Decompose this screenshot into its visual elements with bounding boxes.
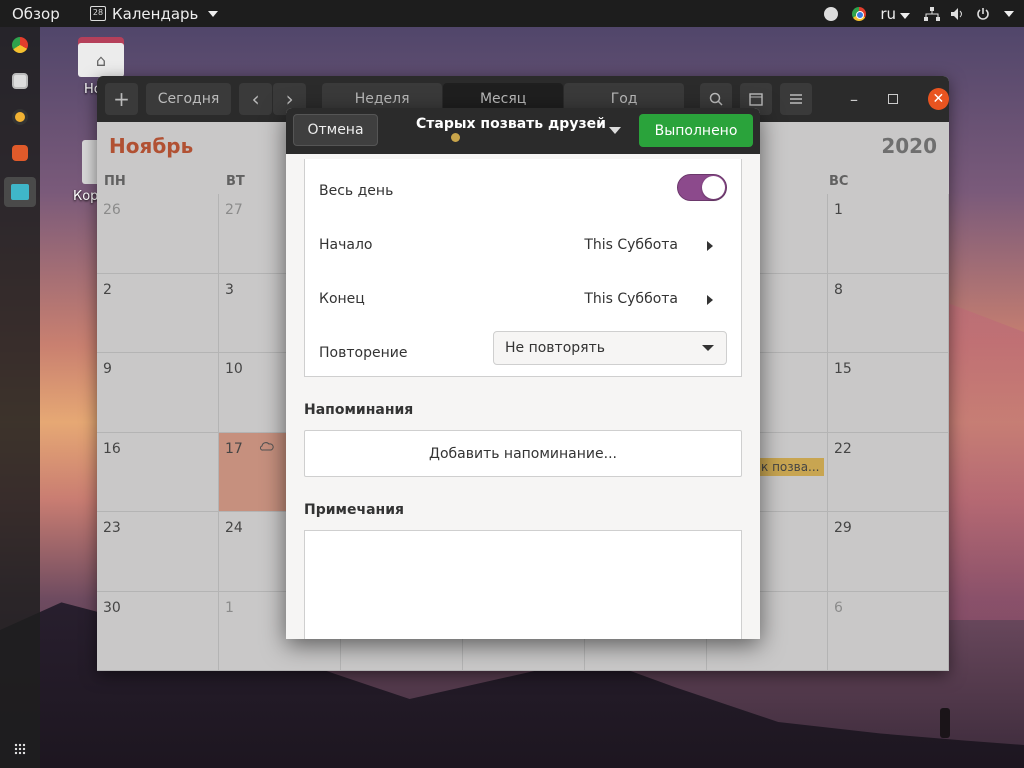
software-center-icon[interactable] [12,145,28,161]
switch-knob [702,176,725,199]
system-menu[interactable] [924,6,1014,21]
network-icon [924,6,940,21]
chevron-down-icon [208,10,219,17]
keyboard-layout-label: ru [880,4,896,23]
menu-button[interactable] [780,83,812,115]
add-event-button[interactable]: + [105,83,138,115]
app-menu[interactable]: 28 Календарь [90,4,219,23]
chevron-right-icon[interactable] [707,295,713,305]
title-menu-chevron-down-icon[interactable] [609,127,621,134]
start-label: Начало [319,237,373,253]
app-menu-label: Календарь [112,4,199,23]
chevron-down-icon [702,345,714,351]
minimize-icon[interactable]: – [850,90,858,109]
files-icon[interactable] [12,73,28,89]
today-button[interactable]: Сегодня [145,83,232,115]
home-icon: ⌂ [78,43,124,77]
show-applications-icon[interactable] [14,743,26,755]
close-icon[interactable]: ✕ [927,88,949,110]
repeat-value: Не повторять [505,340,605,356]
search-icon [709,92,723,106]
calendar-icon [11,184,29,200]
event-editor-dialog: Отмена Старых позвать друзей Выполнено В… [286,108,760,639]
notes-header: Примечания [304,502,405,518]
add-reminder-button[interactable]: Добавить напоминание... [304,430,742,477]
dialog-headerbar: Отмена Старых позвать друзей Выполнено [286,108,760,154]
all-day-label: Весь день [319,183,394,199]
keyboard-layout-menu[interactable]: ru [880,5,910,23]
system-tray: ru [824,0,1014,27]
calendar-color-dot [451,133,460,142]
calendar-dock-item[interactable] [4,177,36,207]
maximize-icon[interactable] [887,94,898,104]
notes-textarea[interactable] [304,530,742,639]
dock [0,27,40,768]
chevron-down-icon [900,12,910,19]
dialog-body: Весь день Начало This Суббота Конец This… [286,154,760,639]
chrome-icon[interactable] [852,6,867,21]
end-label: Конец [319,291,365,307]
top-bar: Обзор 28 Календарь ru [0,0,1024,27]
repeat-dropdown[interactable]: Не повторять [493,331,727,365]
wallpaper-hiker [940,708,950,738]
end-value[interactable]: This Суббота [584,291,678,307]
event-title[interactable]: Старых позвать друзей [416,116,606,132]
event-properties-box: Весь день Начало This Суббота Конец This… [304,159,742,377]
tray-app-icon[interactable] [824,6,839,21]
reminders-header: Напоминания [304,402,414,418]
chrome-icon[interactable] [12,37,28,53]
rhythmbox-icon[interactable] [12,109,28,125]
trash-label: Кор [73,189,99,204]
home-folder-icon[interactable]: ⌂ [78,37,124,77]
hamburger-icon [789,94,802,104]
activities-button[interactable]: Обзор [0,5,78,23]
all-day-switch[interactable] [677,174,727,201]
prev-button[interactable]: ‹ [239,83,273,115]
calendar-icon [749,93,763,106]
chevron-right-icon[interactable] [707,241,713,251]
power-icon [977,7,989,20]
repeat-label: Повторение [319,345,408,361]
chevron-down-icon [1004,10,1014,17]
start-value[interactable]: This Суббота [584,237,678,253]
volume-icon [951,7,962,20]
done-button[interactable]: Выполнено [639,114,753,147]
calendar-icon: 28 [90,6,106,21]
cancel-button[interactable]: Отмена [293,114,378,146]
